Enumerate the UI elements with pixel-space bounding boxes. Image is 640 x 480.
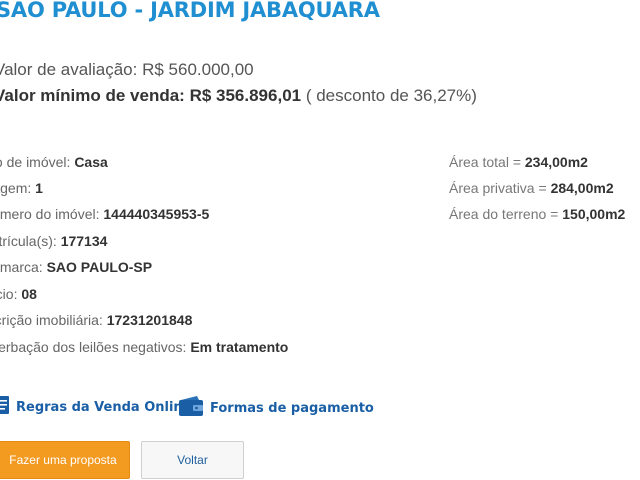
- area-privativa: Área privativa = 284,00m2: [449, 180, 614, 196]
- valor-avaliacao-value: R$ 560.000,00: [142, 60, 254, 79]
- detail-value: Casa: [74, 154, 108, 170]
- area-total: Área total = 234,00m2: [449, 154, 588, 170]
- desconto-text: ( desconto de 36,27%): [305, 86, 477, 105]
- valor-minimo-label: Valor mínimo de venda:: [0, 86, 185, 105]
- detail-label: Número do imóvel:: [0, 206, 100, 222]
- detail-garagem: Garagem: 1: [0, 180, 43, 196]
- detail-numero: Número do imóvel: 144440345953-5: [0, 206, 209, 222]
- area-value: 234,00m2: [524, 154, 588, 170]
- area-terreno: Área do terreno = 150,00m2: [449, 206, 625, 222]
- formas-pagamento-label: Formas de pagamento: [210, 400, 374, 416]
- detail-value: 144440345953-5: [103, 206, 210, 222]
- voltar-label: Voltar: [177, 453, 208, 467]
- valor-avaliacao: Valor de avaliação: R$ 560.000,00: [0, 60, 254, 80]
- detail-label: Tipo de imóvel:: [0, 154, 71, 170]
- fazer-proposta-label: Fazer uma proposta: [9, 453, 117, 467]
- detail-label: Ofício:: [0, 286, 18, 302]
- valor-minimo-value: R$ 356.896,01: [189, 86, 302, 105]
- area-value: 284,00m2: [550, 180, 614, 196]
- detail-value: SAO PAULO-SP: [46, 259, 153, 275]
- detail-value: 177134: [60, 233, 108, 249]
- area-value: 150,00m2: [562, 206, 626, 222]
- regras-venda-link[interactable]: Regras da Venda Online: [0, 395, 192, 419]
- area-label: Área total =: [449, 154, 521, 170]
- detail-label: Averbação dos leilões negativos:: [0, 339, 187, 355]
- voltar-button[interactable]: Voltar: [141, 441, 244, 479]
- detail-averbacao: Averbação dos leilões negativos: Em trat…: [0, 339, 288, 355]
- detail-inscricao: Inscrição imobiliária: 17231201848: [0, 312, 192, 328]
- formas-pagamento-link[interactable]: Formas de pagamento: [178, 395, 374, 421]
- detail-value: Em tratamento: [190, 339, 289, 355]
- fazer-proposta-button[interactable]: Fazer uma proposta: [0, 441, 130, 479]
- regras-venda-label: Regras da Venda Online: [16, 399, 192, 415]
- page-title: SAO PAULO - JARDIM JABAQUARA: [0, 0, 380, 22]
- valor-minimo: Valor mínimo de venda: R$ 356.896,01 ( d…: [0, 86, 477, 106]
- detail-oficio: Ofício: 08: [0, 286, 37, 302]
- detail-value: 17231201848: [106, 312, 193, 328]
- wallet-icon: [178, 395, 204, 421]
- detail-tipo: Tipo de imóvel: Casa: [0, 154, 108, 170]
- detail-comarca: Comarca: SAO PAULO-SP: [0, 259, 152, 275]
- detail-value: 1: [35, 180, 43, 196]
- detail-label: Inscrição imobiliária:: [0, 312, 103, 328]
- detail-label: Comarca:: [0, 259, 43, 275]
- area-label: Área privativa =: [449, 180, 547, 196]
- detail-label: Garagem:: [0, 180, 32, 196]
- area-label: Área do terreno =: [449, 206, 559, 222]
- detail-label: Matrícula(s):: [0, 233, 57, 249]
- document-check-icon: [0, 395, 10, 419]
- detail-matricula: Matrícula(s): 177134: [0, 233, 107, 249]
- detail-value: 08: [21, 286, 37, 302]
- valor-avaliacao-label: Valor de avaliação:: [0, 60, 138, 79]
